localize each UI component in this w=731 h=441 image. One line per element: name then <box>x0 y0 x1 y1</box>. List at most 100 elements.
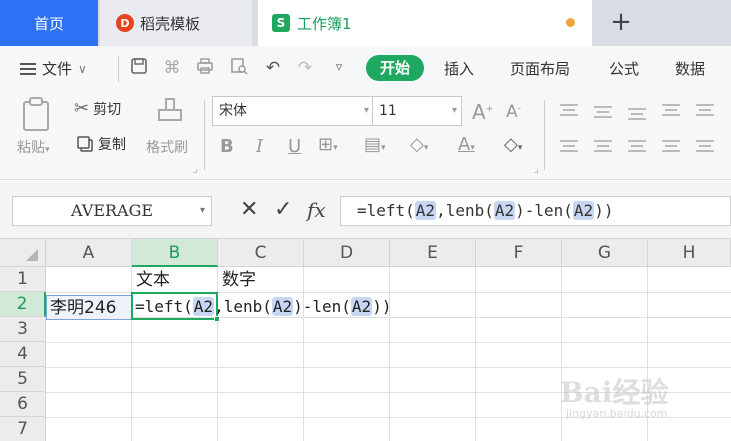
caret-down-icon: ▾ <box>45 145 50 155</box>
unsaved-indicator-icon <box>566 18 575 27</box>
cell-reference: A2 <box>414 201 437 220</box>
formula-text: =left( <box>135 297 193 316</box>
ribbon-tab-insert[interactable]: 插入 <box>444 58 474 79</box>
decrease-indent-icon[interactable] <box>662 104 680 116</box>
divider <box>204 100 205 170</box>
borders-icon[interactable]: ⊞▾ <box>318 134 338 155</box>
ribbon-tab-page-layout[interactable]: 页面布局 <box>510 58 570 79</box>
paste-button[interactable]: 粘贴▾ <box>17 137 50 157</box>
column-header-c[interactable]: C <box>218 239 304 267</box>
formula-input[interactable]: =left(A2,lenb(A2)-len(A2)) <box>340 196 731 226</box>
name-box[interactable]: AVERAGE ▾ <box>12 196 212 226</box>
menu-bar: 文件 ∨ ⌘ ↶ ↷ ▿ 开始 插入 页面布局 公式 数据 <box>0 46 731 90</box>
row-header-7[interactable]: 7 <box>0 417 46 441</box>
row-header-3[interactable]: 3 <box>0 317 46 342</box>
eraser-icon[interactable]: ◇▾ <box>504 134 522 155</box>
italic-button[interactable]: I <box>256 136 263 157</box>
menu-file-label: 文件 <box>42 60 73 78</box>
cell-b2[interactable]: =left(A2,lenb(A2)-len(A2)) <box>132 294 391 319</box>
font-size-select[interactable]: 11 ▾ <box>372 96 462 126</box>
row-header-2[interactable]: 2 <box>0 292 46 317</box>
dialog-launcher-icon[interactable]: ⌟ <box>193 164 198 175</box>
menu-file[interactable]: 文件 ∨ <box>20 58 87 79</box>
paste-label: 粘贴 <box>17 140 45 156</box>
save-icon[interactable] <box>128 57 150 79</box>
align-bottom-icon[interactable] <box>628 108 646 120</box>
formula-text: )-len( <box>293 297 351 316</box>
divider <box>544 100 545 170</box>
tab-workbook[interactable]: S 工作簿1 <box>258 0 592 46</box>
column-header-e[interactable]: E <box>390 239 476 267</box>
align-middle-icon[interactable] <box>594 106 612 118</box>
column-header-h[interactable]: H <box>648 239 731 267</box>
formula-text: ,lenb( <box>214 297 272 316</box>
format-brush-icon[interactable]: ⌘ <box>161 57 183 79</box>
row-header-4[interactable]: 4 <box>0 342 46 367</box>
align-top-icon[interactable] <box>560 104 578 116</box>
column-header-a[interactable]: A <box>46 239 132 267</box>
font-color-button[interactable]: A▾ <box>458 134 475 155</box>
fill-handle[interactable] <box>214 316 220 322</box>
column-header-b[interactable]: B <box>132 239 218 267</box>
row-header-1[interactable]: 1 <box>0 267 46 292</box>
tab-home-label: 首页 <box>33 14 64 33</box>
column-header-f[interactable]: F <box>476 239 562 267</box>
undo-icon[interactable]: ↶ <box>262 57 284 79</box>
cell-a2[interactable]: 李明246 <box>46 295 132 320</box>
customize-toolbar-icon[interactable]: ▿ <box>328 57 350 79</box>
confirm-icon[interactable]: ✓ <box>274 198 292 222</box>
cell-reference: A2 <box>350 297 373 316</box>
underline-button[interactable]: U <box>288 136 301 157</box>
cell-c1[interactable]: 数字 <box>219 268 256 293</box>
cell-b1[interactable]: 文本 <box>133 268 170 293</box>
insert-function-icon[interactable]: fx <box>307 198 326 222</box>
bold-button[interactable]: B <box>220 136 234 157</box>
caret-down-icon: ▾ <box>451 105 457 116</box>
row-header-5[interactable]: 5 <box>0 367 46 392</box>
caret-down-icon: ▾ <box>199 205 205 216</box>
ribbon-tab-formulas[interactable]: 公式 <box>609 58 639 79</box>
copy-button[interactable]: 复制 <box>76 134 126 154</box>
cell-reference: A2 <box>493 201 516 220</box>
tab-home[interactable]: 首页 <box>0 0 98 46</box>
column-header-g[interactable]: G <box>562 239 648 267</box>
increase-indent-icon[interactable] <box>696 104 714 116</box>
ribbon-tab-start[interactable]: 开始 <box>366 55 424 81</box>
copy-label: 复制 <box>98 137 126 153</box>
cut-label: 剪切 <box>93 101 122 118</box>
formula-text: )) <box>594 201 614 220</box>
justify-icon[interactable] <box>662 140 680 152</box>
redo-icon[interactable]: ↷ <box>294 57 316 79</box>
cancel-icon[interactable]: ✕ <box>240 198 258 222</box>
new-tab-button[interactable]: + <box>606 8 636 38</box>
fill-color-icon[interactable]: ◇▾ <box>410 134 428 155</box>
paste-icon[interactable] <box>20 96 54 136</box>
font-name-select[interactable]: 宋体 ▾ <box>212 96 374 126</box>
distributed-align-icon[interactable] <box>696 140 714 152</box>
print-icon[interactable] <box>194 57 216 79</box>
align-center-icon[interactable] <box>594 140 612 152</box>
formula-text: )) <box>372 297 392 316</box>
name-box-value: AVERAGE <box>71 201 154 220</box>
formula-text: )-len( <box>515 201 573 220</box>
watermark-url: jingyan.baidu.com <box>566 407 668 420</box>
tab-docer-templates[interactable]: D 稻壳模板 <box>100 0 252 46</box>
format-painter-label[interactable]: 格式刷 <box>146 137 188 157</box>
select-all-corner[interactable] <box>0 239 46 267</box>
cut-button[interactable]: ✂ 剪切 <box>74 98 121 119</box>
row-header-6[interactable]: 6 <box>0 392 46 417</box>
cell-reference: A2 <box>192 297 215 316</box>
ribbon: 粘贴▾ ✂ 剪切 复制 格式刷 ⌟ 宋体 ▾ 11 ▾ A+ A- B I U … <box>0 90 731 180</box>
format-painter-icon[interactable] <box>155 96 185 134</box>
increase-font-size-icon[interactable]: A+ <box>472 100 493 124</box>
print-preview-icon[interactable] <box>228 57 250 79</box>
dialog-launcher-icon[interactable]: ⌟ <box>534 164 539 175</box>
align-right-icon[interactable] <box>628 140 646 152</box>
column-header-d[interactable]: D <box>304 239 390 267</box>
cell-style-icon[interactable]: ▤▾ <box>364 134 386 155</box>
hamburger-icon <box>20 62 36 75</box>
ribbon-tab-data[interactable]: 数据 <box>675 58 705 79</box>
formula-bar: AVERAGE ▾ ✕ ✓ fx =left(A2,lenb(A2)-len(A… <box>0 181 731 239</box>
align-left-icon[interactable] <box>560 140 578 152</box>
decrease-font-size-icon[interactable]: A- <box>506 102 521 122</box>
